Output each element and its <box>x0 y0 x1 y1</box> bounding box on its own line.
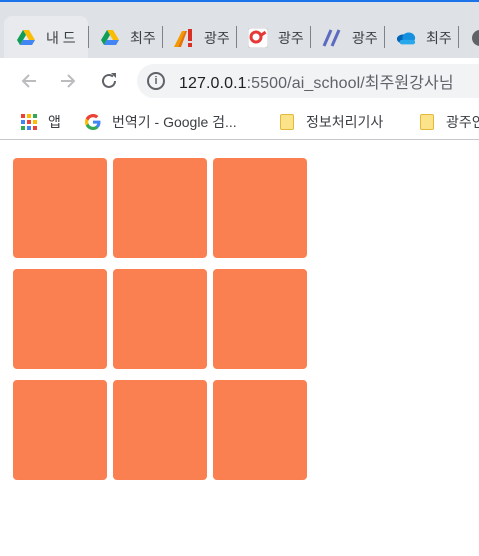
globe-icon <box>470 28 479 48</box>
bookmark-label: 번역기 - Google 검... <box>112 114 237 130</box>
tab-strip: 내 드 최주 광주 광주 광주 최주 <box>0 0 479 60</box>
browser-toolbar: i 127.0.0.1:5500/ai_school/최주원강사님 <box>0 58 479 104</box>
tab-drive-1[interactable]: 내 드 <box>4 16 88 60</box>
folder-icon <box>278 113 296 131</box>
grid-box <box>113 269 207 369</box>
tab-title: 최주 <box>130 30 156 46</box>
grid-box <box>13 158 107 258</box>
grid-box <box>113 158 207 258</box>
bookmark-translator[interactable]: 번역기 - Google 검... <box>84 110 237 134</box>
ai-logo-icon <box>174 28 194 48</box>
arrow-right-icon <box>61 74 76 88</box>
tab-ai[interactable]: 광주 <box>162 16 236 60</box>
tab-red-badge[interactable]: 광주 <box>236 16 310 60</box>
google-drive-icon <box>16 28 36 48</box>
folder-icon <box>418 113 436 131</box>
bookmark-apps[interactable]: 앱 <box>20 110 61 134</box>
bookmark-folder-1[interactable]: 정보처리기사 <box>278 110 383 134</box>
bookmarks-bar: 앱 번역기 - Google 검... 정보처리기사 광주인 <box>0 104 479 140</box>
forward-button[interactable] <box>53 66 83 96</box>
tab-title: 광주 <box>278 30 304 46</box>
browser-chrome: 내 드 최주 광주 광주 광주 최주 i 127.0.0.1:5500/ai_s… <box>0 0 479 145</box>
onedrive-cloud-icon <box>396 28 416 48</box>
address-bar[interactable]: i 127.0.0.1:5500/ai_school/최주원강사님 <box>137 64 479 98</box>
url-text: 127.0.0.1:5500/ai_school/최주원강사님 <box>179 69 454 93</box>
back-button[interactable] <box>14 66 44 96</box>
red-badge-icon <box>248 28 268 48</box>
tab-slash[interactable]: 광주 <box>310 16 384 60</box>
reload-button[interactable] <box>94 66 124 96</box>
box-grid <box>13 158 307 480</box>
google-g-icon <box>84 113 102 131</box>
grid-box <box>13 269 107 369</box>
bookmark-label: 앱 <box>48 114 61 130</box>
tab-title: 광주 <box>352 30 378 46</box>
grid-box <box>213 380 307 480</box>
grid-box <box>113 380 207 480</box>
tab-title: 최주 <box>426 30 452 46</box>
reload-icon <box>102 73 116 88</box>
tab-overflow[interactable] <box>458 16 479 60</box>
bookmark-folder-2[interactable]: 광주인 <box>418 110 479 134</box>
slash-logo-icon <box>322 28 342 48</box>
grid-box <box>213 158 307 258</box>
tab-title: 광주 <box>204 30 230 46</box>
google-drive-icon <box>100 28 120 48</box>
arrow-left-icon <box>21 74 36 88</box>
url-path: :5500/ai_school/최주원강사님 <box>246 75 454 92</box>
tab-title: 내 드 <box>46 30 76 46</box>
tab-drive-2[interactable]: 최주 <box>88 16 162 60</box>
url-host: 127.0.0.1 <box>179 75 247 92</box>
grid-box <box>213 269 307 369</box>
info-icon[interactable]: i <box>147 72 165 90</box>
tab-onedrive[interactable]: 최주 <box>384 16 458 60</box>
grid-box <box>13 380 107 480</box>
bookmark-label: 정보처리기사 <box>306 114 384 130</box>
apps-grid-icon <box>20 113 38 131</box>
page-content <box>0 145 479 556</box>
bookmark-label: 광주인 <box>446 114 479 130</box>
